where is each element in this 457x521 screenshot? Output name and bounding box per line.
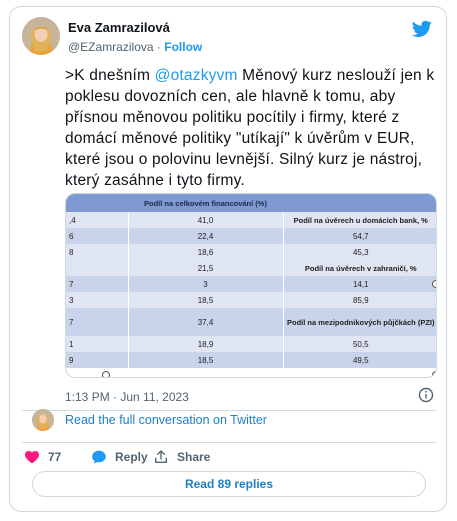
reply-bubble-icon (92, 450, 106, 464)
table-cell-year: ,4 (66, 212, 128, 228)
table-cell-year: 6 (66, 228, 128, 244)
author-handle[interactable]: @EZamrazilova (68, 40, 154, 54)
crop-handle-bottom-left (102, 371, 110, 377)
share-label: Share (177, 450, 211, 464)
table-cell-section-label: Podíl na úvěrech v zahraničí, % (282, 260, 436, 276)
table-cell-year: 7 (66, 308, 128, 336)
divider-top (22, 410, 436, 411)
tweet-text-rest: Měnový kurz neslouží jen k poklesu dovoz… (65, 67, 435, 189)
table-header-row: Podíl na celkovém financování (%) (66, 194, 436, 212)
read-conversation-link[interactable]: Read the full conversation on Twitter (65, 413, 267, 427)
author-handle-line: @EZamrazilova · Follow (68, 38, 202, 56)
table-cell-share: 18,5 (127, 352, 283, 368)
mention-link[interactable]: @otazkyvm (155, 67, 238, 84)
table-cell-value: 49,5 (282, 352, 436, 368)
follow-button[interactable]: Follow (164, 40, 202, 54)
reply-button[interactable]: Reply (91, 447, 148, 467)
table-cell-value: 14,1 (282, 276, 436, 292)
table-cell-year: 7 (66, 276, 128, 292)
table-row: 1 18,9 50,5 (66, 336, 436, 352)
table-cell-share: 18,5 (127, 292, 283, 308)
table-cell-value: 54,7 (282, 228, 436, 244)
table-row: 9 18,5 49,5 (66, 352, 436, 368)
header-cell-share: Podíl na celkovém financování (%) (128, 194, 283, 212)
table-row: 21,5 Podíl na úvěrech v zahraničí, % (66, 260, 436, 276)
table-cell-year: 1 (66, 336, 128, 352)
table-row: 7 37,4 Podíl na mezipodnikových půjčkách (… (66, 308, 436, 336)
table-row: 6 22,4 54,7 (66, 228, 436, 244)
like-button[interactable]: 77 (24, 447, 61, 467)
header-cell-empty (66, 194, 128, 212)
tweet-media-table-image[interactable]: Podíl na celkovém financování (%) ,4 41,0… (65, 193, 437, 378)
heart-icon (25, 451, 39, 464)
separator-dot: · (156, 40, 161, 54)
share-button[interactable]: Share (153, 447, 210, 467)
table-cell-share: 22,4 (127, 228, 283, 244)
table-cell-share: 3 (127, 276, 283, 292)
header-cell-empty-right (283, 194, 436, 212)
table-cell-section-label: Podíl na úvěrech u domácích bank, % (282, 212, 436, 228)
like-count: 77 (48, 450, 62, 464)
table-cell-value: 50,5 (282, 336, 436, 352)
table-cell-year: 9 (66, 352, 128, 368)
table-cell-section-label: Podíl na mezipodnikových půjčkách (PZI) (282, 308, 436, 336)
tweet-card: Eva Zamrazilová @EZamrazilova · Follow >… (9, 6, 447, 512)
table-cell-share: 37,4 (127, 308, 283, 336)
table-cell-share: 18,6 (127, 244, 283, 260)
table-cell-share: 21,5 (127, 260, 283, 276)
table-cell-year (66, 260, 128, 276)
author-avatar[interactable] (22, 17, 60, 55)
table-cell-year: 8 (66, 244, 128, 260)
tweet-text-start: >K dnešním (65, 67, 155, 84)
avatar-image (22, 17, 60, 55)
tweet-text: >K dnešním @otazkyvm Měnový kurz neslouž… (65, 65, 439, 191)
avatar-image-small (32, 409, 54, 431)
crop-handle-right-middle (432, 280, 436, 288)
table-row: ,4 41,0 Podíl na úvěrech u domácích bank, … (66, 212, 436, 228)
table-row: 3 18,5 85,9 (66, 292, 436, 308)
read-replies-button[interactable]: Read 89 replies (32, 471, 426, 497)
reply-label: Reply (115, 450, 148, 464)
author-block: Eva Zamrazilová @EZamrazilova · Follow (68, 20, 202, 56)
tweet-timestamp[interactable]: 1:13 PM · Jun 11, 2023 (65, 390, 189, 404)
divider-bottom (22, 442, 436, 443)
table-cell-value: 45,3 (282, 244, 436, 260)
table-row: 7 3 14,1 (66, 276, 436, 292)
action-bar: 77 Reply Share (22, 447, 436, 467)
table-cell-share: 41,0 (127, 212, 283, 228)
info-icon[interactable] (418, 387, 434, 403)
crop-handle-bottom-right (432, 371, 436, 377)
table-cell-year: 3 (66, 292, 128, 308)
financing-table: Podíl na celkovém financování (%) ,4 41,0… (66, 194, 436, 368)
author-name[interactable]: Eva Zamrazilová (68, 20, 202, 36)
share-icon (155, 450, 167, 463)
table-row: 8 18,6 45,3 (66, 244, 436, 260)
table-cell-share: 18,9 (127, 336, 283, 352)
conversation-avatar[interactable] (32, 409, 54, 431)
table-cell-value: 85,9 (282, 292, 436, 308)
twitter-bird-icon[interactable] (412, 20, 432, 38)
